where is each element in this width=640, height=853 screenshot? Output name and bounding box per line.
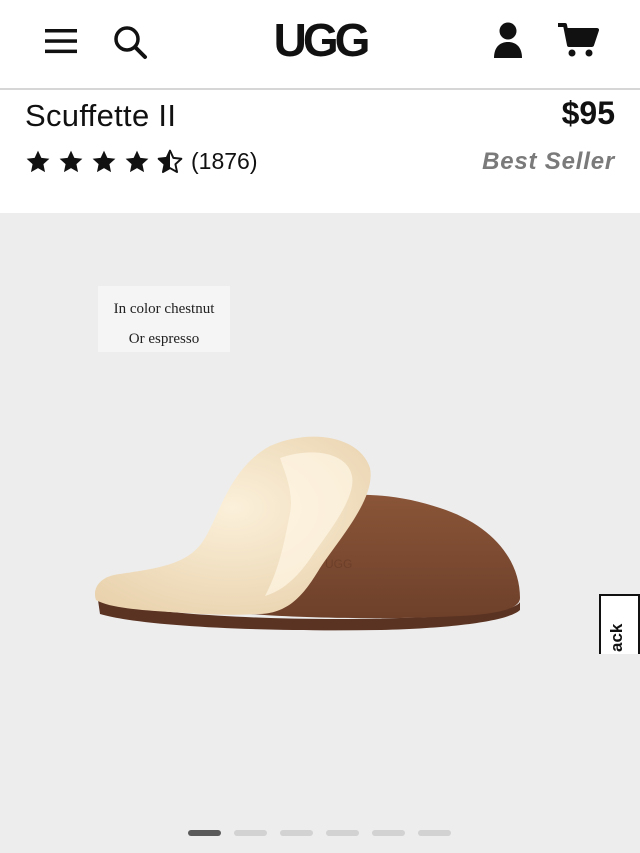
search-icon [114, 26, 147, 59]
color-caption-line-2: Or espresso [128, 331, 200, 347]
svg-text:UGG: UGG [325, 557, 352, 571]
gallery-dot-4[interactable] [326, 830, 359, 836]
gallery-dot-5[interactable] [372, 830, 405, 836]
product-price: $95 [561, 95, 615, 131]
star-rating[interactable]: (1876) [25, 148, 257, 175]
star-full-icon [26, 150, 50, 172]
search-button[interactable] [108, 20, 152, 64]
feedback-tab-label: ack [607, 623, 626, 652]
ugg-logo-mark: UGG [274, 14, 372, 66]
svg-text:UGG: UGG [274, 14, 368, 66]
product-title: Scuffette II [25, 98, 177, 133]
star-full-icon [92, 150, 116, 172]
gallery-pagination [188, 830, 464, 836]
account-icon [494, 22, 522, 58]
hamburger-menu-icon [45, 29, 77, 54]
cart-button[interactable] [552, 18, 604, 62]
color-caption-line-1: In color chestnut [113, 301, 215, 317]
color-caption: In color chestnut Or espresso [98, 286, 230, 352]
gallery-dot-3[interactable] [280, 830, 313, 836]
slipper-product-image: UGG [95, 436, 520, 631]
star-full-icon [59, 150, 83, 172]
review-count[interactable]: (1876) [191, 148, 257, 175]
star-half-icon [157, 149, 183, 173]
site-header: UGG [0, 0, 640, 90]
gallery-dot-6[interactable] [418, 830, 451, 836]
star-full-icon [125, 150, 149, 172]
cart-icon [558, 23, 599, 57]
product-info: Scuffette II $95 (1876) Best Seller [0, 92, 640, 213]
ugg-logo[interactable]: UGG [250, 12, 390, 72]
gallery-dot-1[interactable] [188, 830, 221, 836]
menu-button[interactable] [40, 20, 82, 62]
account-button[interactable] [486, 18, 530, 62]
feedback-tab[interactable]: ack [599, 594, 640, 654]
best-seller-badge: Best Seller [482, 148, 615, 175]
product-image-gallery[interactable]: In color chestnut Or espresso UGG [0, 213, 640, 853]
gallery-dot-2[interactable] [234, 830, 267, 836]
